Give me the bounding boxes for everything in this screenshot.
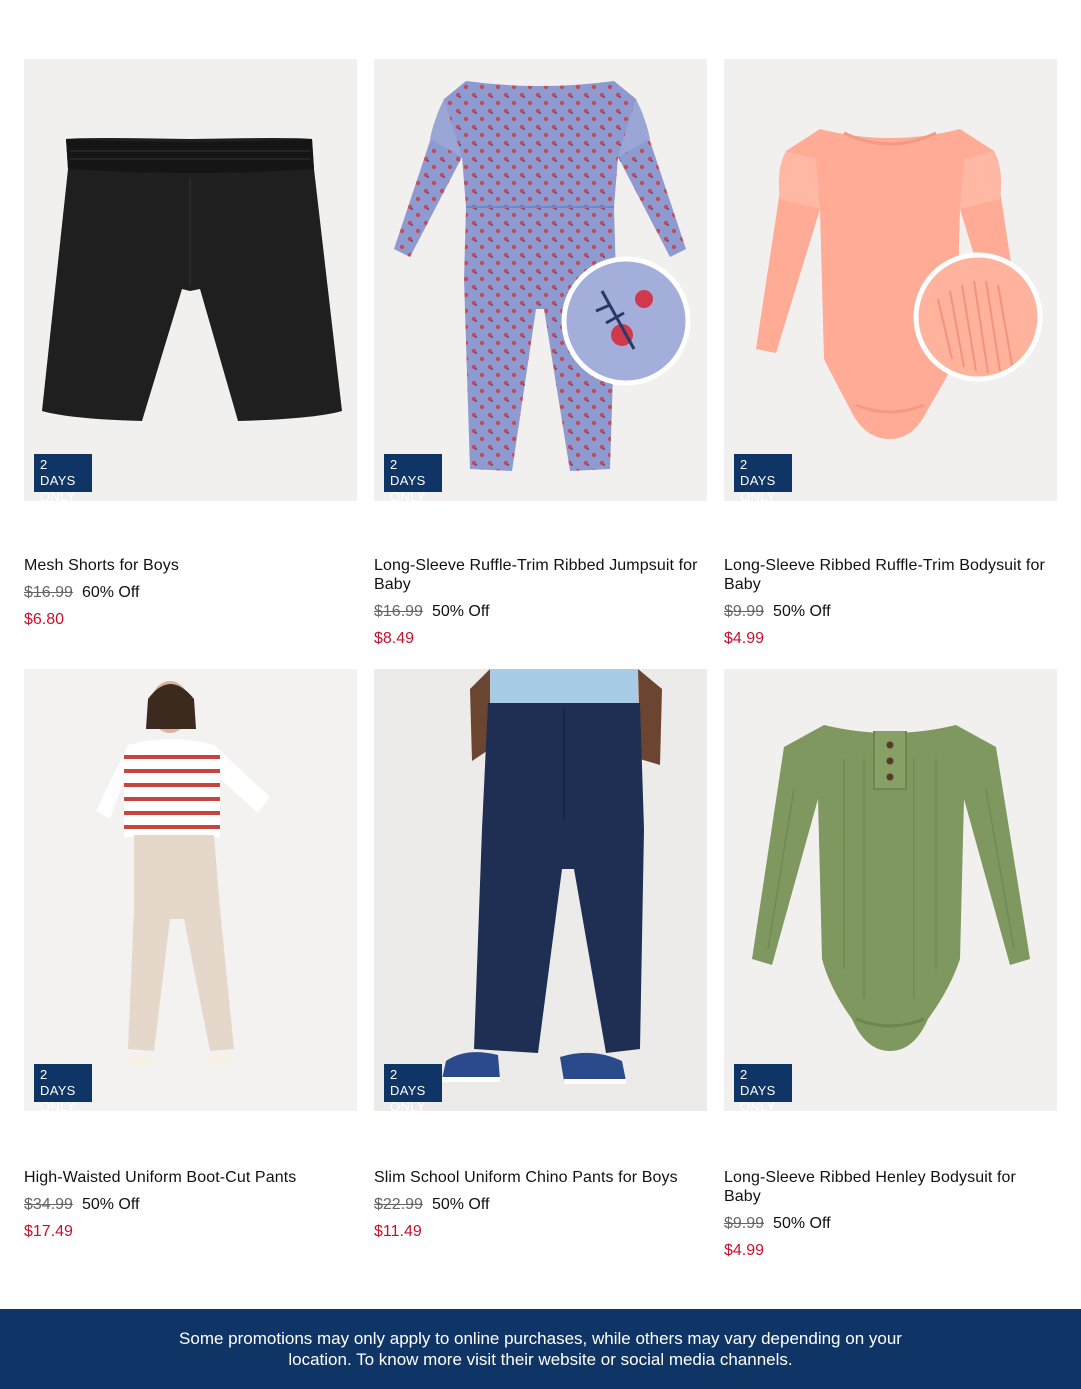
product-title[interactable]: Mesh Shorts for Boys [24,556,357,575]
limited-time-badge: 2 DAYS ONLY [734,454,792,501]
original-price: $9.99 [724,1215,765,1232]
badge-line-1: 2 DAYS [390,457,426,488]
product-info: Long-Sleeve Ribbed Ruffle-Trim Bodysuit … [724,556,1057,648]
discount-label: 50% Off [431,1196,490,1213]
product-title[interactable]: Slim School Uniform Chino Pants for Boys [374,1168,707,1187]
product-image[interactable]: 2 DAYS ONLY [374,669,707,1111]
badge-line-2: ONLY [390,1099,426,1111]
floral-jumpsuit-image [394,81,691,471]
product-image[interactable]: 2 DAYS ONLY [24,669,357,1111]
badge-line-2: ONLY [740,1099,776,1111]
promotion-disclaimer-banner: Some promotions may only apply to online… [0,1309,1081,1389]
price-row: $34.99 50% Off [24,1195,357,1214]
black-shorts-image [42,138,342,421]
original-price: $22.99 [374,1196,423,1213]
price-row: $16.99 50% Off [374,602,707,621]
limited-time-badge: 2 DAYS ONLY [34,454,92,501]
product-info: Mesh Shorts for Boys $16.99 60% Off $6.8… [24,556,357,629]
original-price: $9.99 [724,603,765,620]
limited-time-badge: 2 DAYS ONLY [384,454,442,501]
sale-price: $17.49 [24,1223,73,1240]
original-price: $16.99 [24,584,73,601]
product-title[interactable]: Long-Sleeve Ruffle-Trim Ribbed Jumpsuit … [374,556,707,594]
peach-bodysuit-image [756,129,1043,439]
discount-label: 50% Off [431,603,490,620]
discount-label: 60% Off [81,584,140,601]
limited-time-badge: 2 DAYS ONLY [384,1064,442,1111]
product-title[interactable]: High-Waisted Uniform Boot-Cut Pants [24,1168,357,1187]
product-image[interactable]: 2 DAYS ONLY [724,669,1057,1111]
discount-label: 50% Off [773,603,831,620]
badge-line-1: 2 DAYS [40,457,76,488]
product-info: Long-Sleeve Ruffle-Trim Ribbed Jumpsuit … [374,556,707,648]
original-price: $34.99 [24,1196,73,1213]
discount-label: 50% Off [773,1215,831,1232]
product-info: High-Waisted Uniform Boot-Cut Pants $34.… [24,1168,357,1241]
green-henley-bodysuit-image [752,725,1030,1051]
price-row: $16.99 60% Off [24,583,357,602]
badge-line-2: ONLY [40,489,76,501]
sale-price: $6.80 [24,611,65,628]
sale-price: $11.49 [374,1223,422,1240]
original-price: $16.99 [374,603,423,620]
badge-line-1: 2 DAYS [390,1067,426,1098]
price-row: $9.99 50% Off [724,602,1057,621]
limited-time-badge: 2 DAYS ONLY [734,1064,792,1111]
price-row: $9.99 50% Off [724,1214,1057,1233]
badge-line-1: 2 DAYS [740,457,776,488]
product-info: Long-Sleeve Ribbed Henley Bodysuit for B… [724,1168,1057,1260]
badge-line-1: 2 DAYS [740,1067,776,1098]
badge-line-2: ONLY [740,489,776,501]
badge-line-2: ONLY [390,489,426,501]
product-info: Slim School Uniform Chino Pants for Boys… [374,1168,707,1241]
product-image[interactable]: 2 DAYS ONLY [24,59,357,501]
sale-price: $8.49 [374,630,415,647]
price-row: $22.99 50% Off [374,1195,707,1214]
product-title[interactable]: Long-Sleeve Ribbed Henley Bodysuit for B… [724,1168,1057,1206]
product-title[interactable]: Long-Sleeve Ribbed Ruffle-Trim Bodysuit … [724,556,1057,594]
product-image[interactable]: 2 DAYS ONLY [724,59,1057,501]
badge-line-1: 2 DAYS [40,1067,76,1098]
limited-time-badge: 2 DAYS ONLY [34,1064,92,1111]
badge-line-2: ONLY [40,1099,76,1111]
discount-label: 50% Off [81,1196,140,1213]
model-beige-pants-image [24,669,357,1111]
sale-price: $4.99 [724,1242,765,1259]
product-image[interactable]: 2 DAYS ONLY [374,59,707,501]
disclaimer-text: Some promotions may only apply to online… [179,1329,902,1369]
sale-price: $4.99 [724,630,765,647]
navy-chino-pants-image [374,669,707,1111]
